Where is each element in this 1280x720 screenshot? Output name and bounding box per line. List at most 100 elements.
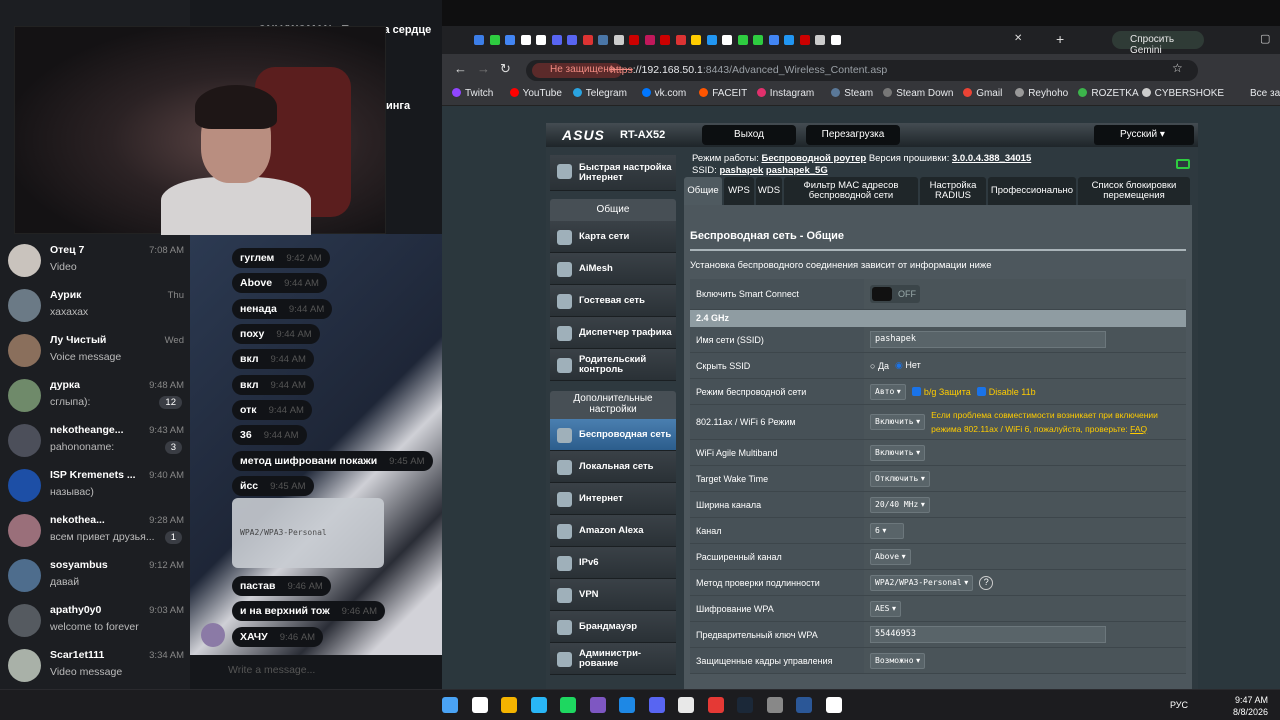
browser-tab[interactable] [582, 35, 593, 45]
smart-connect-toggle[interactable]: OFF [870, 285, 920, 303]
firmware-link[interactable]: 3.0.0.4.388_34015 [952, 153, 1031, 164]
mode-link[interactable]: Беспроводной роутер [761, 153, 866, 164]
logout-button[interactable]: Выход [702, 125, 796, 145]
encryption-select[interactable]: AES [870, 600, 902, 617]
not-secure-badge[interactable]: Не защищено [532, 63, 623, 78]
message-bubble[interactable]: 36 9:44 AM [232, 425, 307, 445]
taskbar-app-icon[interactable] [471, 697, 488, 713]
bookmark-item[interactable]: Steam [831, 88, 873, 99]
faq-link[interactable]: FAQ [1130, 424, 1147, 434]
chat-list-item[interactable]: apathy0y0 9:03 AM welcome to forever [0, 600, 190, 645]
taskbar-app-icon[interactable] [530, 697, 547, 713]
taskbar-app-icon[interactable] [501, 697, 517, 713]
bookmark-item[interactable]: vk.com [641, 88, 686, 99]
language-select[interactable]: Русский ▾ [1094, 125, 1194, 145]
menu-item[interactable]: AiMesh [550, 253, 676, 285]
ext-channel-select[interactable]: Above [870, 548, 911, 565]
browser-tab[interactable] [474, 35, 484, 45]
tab-0[interactable]: Общие [684, 177, 722, 205]
bookmark-item[interactable]: Instagram [756, 88, 814, 99]
usb-icon[interactable] [1176, 159, 1190, 169]
chat-list-item[interactable]: sosyambus 9:12 AM давай [0, 555, 190, 600]
menu-item[interactable]: Гостевая сеть [550, 285, 676, 317]
pmf-select[interactable]: Возможно [870, 652, 926, 669]
message-bubble[interactable]: метод шифровани покажи 9:45 AM [232, 451, 433, 471]
message-bubble[interactable]: поху 9:44 AM [232, 324, 320, 344]
photo-message[interactable]: WPA2/WPA3-Personal [232, 498, 384, 568]
bookmark-item[interactable]: Steam Down [883, 88, 953, 99]
new-tab-icon[interactable]: + [1056, 31, 1064, 47]
agile-select[interactable]: Включить [870, 444, 926, 461]
menu-item[interactable]: IPv6 [550, 547, 676, 579]
browser-tab[interactable] [722, 35, 732, 45]
chat-list-item[interactable]: ISP Kremenets ... 9:40 AM называс) [0, 465, 190, 510]
bookmark-item[interactable]: FACEIT [699, 88, 747, 99]
taskbar-app-icon[interactable] [707, 697, 724, 713]
browser-tab[interactable] [753, 35, 763, 45]
menu-item[interactable]: Беспроводная сеть [550, 419, 676, 451]
star-icon[interactable]: ☆ [1172, 61, 1183, 75]
menu-item[interactable]: Администри-рование [550, 643, 676, 675]
tab-1[interactable]: WPS [724, 177, 754, 205]
taskbar-app-icon[interactable] [678, 697, 694, 713]
bookmark-item[interactable]: ROZETKA [1078, 88, 1139, 99]
hide-yes-radio[interactable]: ○ Да [870, 361, 889, 371]
bookmark-item[interactable]: Twitch [452, 88, 493, 99]
bookmark-item[interactable]: Reyhoho [1015, 88, 1068, 99]
browser-tab[interactable] [675, 35, 686, 45]
bookmark-item[interactable]: Telegram [572, 88, 627, 99]
browser-tab[interactable] [660, 35, 670, 45]
message-bubble[interactable]: пастав 9:46 AM [232, 576, 331, 596]
tab-6[interactable]: Список блокировки перемещения [1078, 177, 1190, 205]
taskbar-app-icon[interactable] [648, 697, 665, 713]
window-controls[interactable]: ▢ [1260, 32, 1270, 45]
hide-no-radio[interactable]: ◉ Нет [895, 360, 921, 371]
browser-tab[interactable] [520, 35, 531, 45]
tab-4[interactable]: Настройка RADIUS [920, 177, 986, 205]
url-text[interactable]: https://192.168.50.1:8443/Advanced_Wirel… [610, 64, 887, 76]
message-bubble[interactable]: отк 9:44 AM [232, 400, 312, 420]
browser-tab[interactable] [644, 35, 655, 45]
taskbar-app-icon[interactable] [619, 697, 635, 713]
disable11b-checkbox[interactable]: Disable 11b [976, 386, 1036, 397]
message-bubble[interactable]: ненада 9:44 AM [232, 299, 333, 319]
browser-tab[interactable] [613, 35, 624, 45]
menu-item[interactable]: VPN [550, 579, 676, 611]
message-bubble[interactable]: вкл 9:44 AM [232, 375, 314, 395]
taskbar-app-icon[interactable] [737, 697, 753, 713]
taskbar-app-icon[interactable] [796, 697, 812, 713]
all-bookmarks[interactable]: Все закл [1250, 88, 1280, 99]
taskbar-app-icon[interactable] [766, 697, 783, 713]
bookmark-item[interactable]: CYBERSHOKE [1141, 88, 1224, 99]
channel-select[interactable]: 6 [870, 522, 904, 539]
tab-5[interactable]: Профессионально [988, 177, 1076, 205]
ssid-link[interactable]: pashapek [719, 165, 763, 176]
chat-list-item[interactable]: nekotheange... 9:43 AM pahononame: 3 [0, 420, 190, 465]
menu-item[interactable]: Карта сети [550, 221, 676, 253]
bg-protect-checkbox[interactable]: b/g Защита [911, 386, 971, 397]
message-bubble[interactable]: йсс 9:45 AM [232, 476, 314, 496]
back-icon[interactable]: ← [454, 61, 467, 76]
ax-mode-select[interactable]: Включить [870, 414, 926, 430]
forward-icon[interactable]: → [477, 61, 490, 76]
message-bubble[interactable]: вкл 9:44 AM [232, 349, 314, 369]
menu-quick-setup[interactable]: Быстрая настройка Интернет [550, 155, 676, 191]
browser-tab[interactable] [815, 35, 825, 45]
browser-tab[interactable] [505, 35, 515, 45]
wireless-mode-select[interactable]: Авто [870, 383, 906, 400]
menu-item[interactable]: Родительский контроль [550, 349, 676, 381]
browser-tab[interactable] [629, 35, 639, 45]
browser-tab[interactable] [784, 35, 794, 45]
gemini-button[interactable]: Спросить Gemini [1112, 31, 1204, 56]
chat-list-item[interactable]: Scar1et111 3:34 AM Video message [0, 645, 190, 689]
browser-tab[interactable] [799, 35, 810, 45]
tab-3[interactable]: Фильтр MAC адресов беспроводной сети [784, 177, 918, 205]
auth-select[interactable]: WPA2/WPA3-Personal [870, 574, 974, 591]
browser-tab[interactable] [768, 35, 779, 45]
menu-item[interactable]: Amazon Alexa [550, 515, 676, 547]
twt-select[interactable]: Отключить [870, 470, 930, 487]
menu-item[interactable]: Интернет [550, 483, 676, 515]
browser-tab[interactable] [706, 35, 717, 45]
menu-item[interactable]: Диспетчер трафика [550, 317, 676, 349]
reboot-button[interactable]: Перезагрузка [806, 125, 900, 145]
